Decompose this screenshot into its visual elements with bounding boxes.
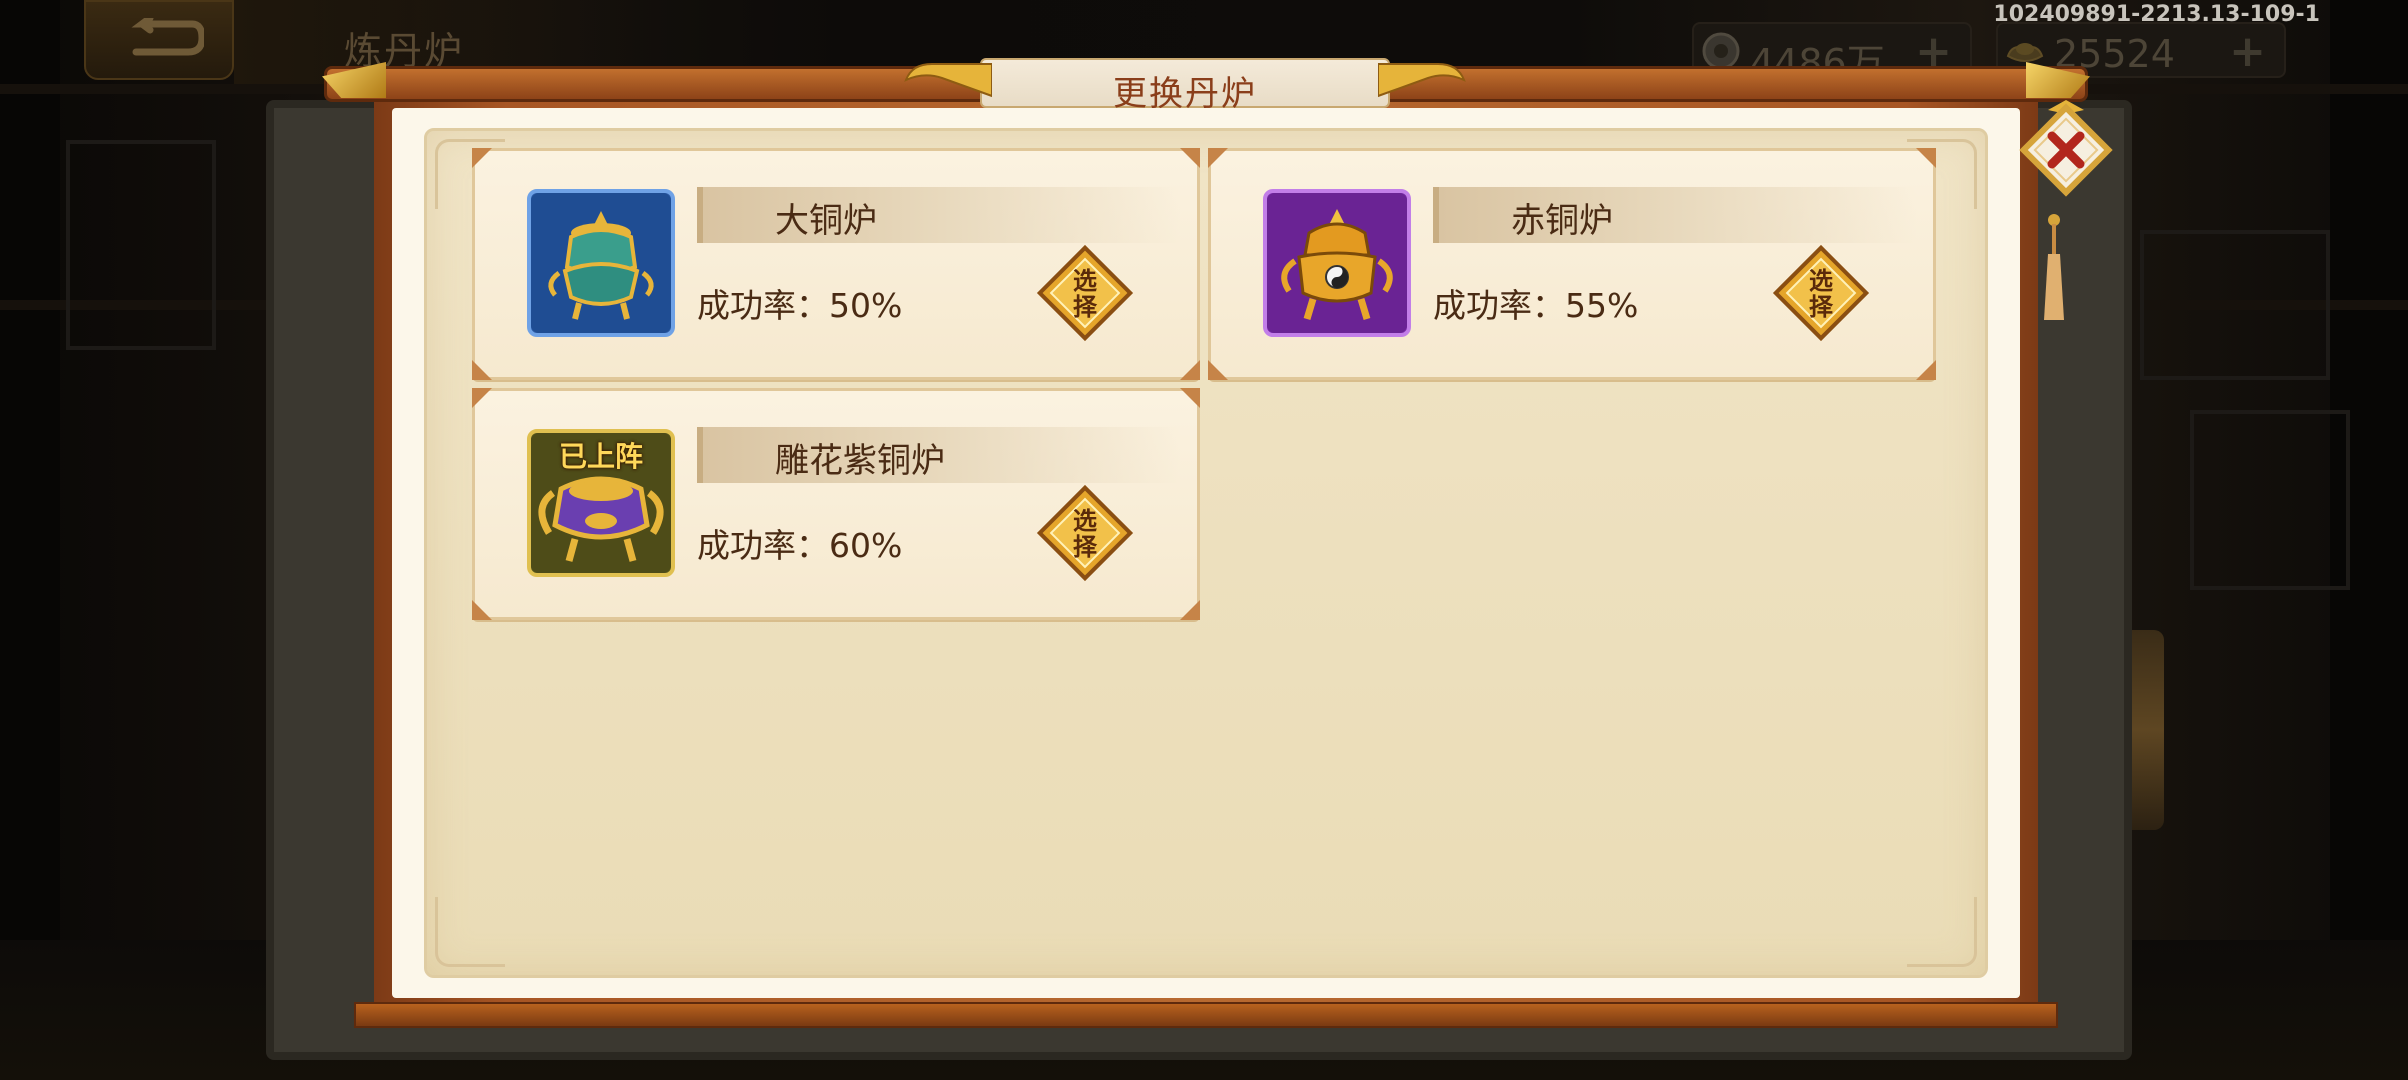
svg-text:选: 选 <box>1073 507 1097 535</box>
select-button[interactable]: 选 择 <box>1035 243 1135 343</box>
name-band <box>1433 187 1917 243</box>
furnace-icon-frame <box>527 189 675 337</box>
return-arrow-icon <box>131 18 204 56</box>
select-button[interactable]: 选 择 <box>1771 243 1871 343</box>
furnace-name: 赤铜炉 <box>1511 201 1613 241</box>
svg-text:选: 选 <box>1073 267 1097 295</box>
furnace-card: 赤铜炉 成功率：55% 选 择 <box>1208 148 1936 380</box>
dialog-title: 更换丹炉 <box>1113 74 1257 114</box>
build-id: 102409891-2213.13-109-1 <box>1993 2 2320 27</box>
svg-text:选: 选 <box>1809 267 1833 295</box>
deployed-badge: 已上阵 <box>558 440 643 473</box>
furnace-icon-frame: 已上阵 <box>527 429 675 577</box>
gold-wing-ornament-icon <box>904 63 992 98</box>
teal-bronze-furnace-icon <box>531 193 671 333</box>
golden-furnace-icon <box>1267 193 1407 333</box>
furnace-icon-frame <box>1263 189 1411 337</box>
add-ingot-button[interactable]: + <box>2229 26 2266 77</box>
success-rate: 成功率：55% <box>1433 286 1639 325</box>
svg-text:择: 择 <box>1073 533 1098 561</box>
success-rate: 成功率：60% <box>697 526 903 565</box>
back-button[interactable] <box>84 0 234 80</box>
furnace-card: 大铜炉 成功率：50% 选 择 <box>472 148 1200 380</box>
select-button[interactable]: 选 择 <box>1035 483 1135 583</box>
tassel-ornament <box>2044 214 2064 320</box>
furnace-name: 大铜炉 <box>775 201 877 241</box>
furnace-card: 已上阵 雕花紫铜炉 成功率：60% 选 择 <box>472 388 1200 620</box>
dialog-title-plaque: 更换丹炉 <box>904 58 1466 114</box>
svg-text:择: 择 <box>1809 293 1834 321</box>
name-band <box>697 187 1181 243</box>
close-button[interactable] <box>2014 100 2118 210</box>
furnace-name: 雕花紫铜炉 <box>775 441 945 481</box>
success-rate: 成功率：50% <box>697 286 903 325</box>
dialog-bottom-rail <box>354 1002 2058 1028</box>
gold-wing-ornament-icon <box>1378 63 1466 98</box>
svg-text:择: 择 <box>1073 293 1098 321</box>
